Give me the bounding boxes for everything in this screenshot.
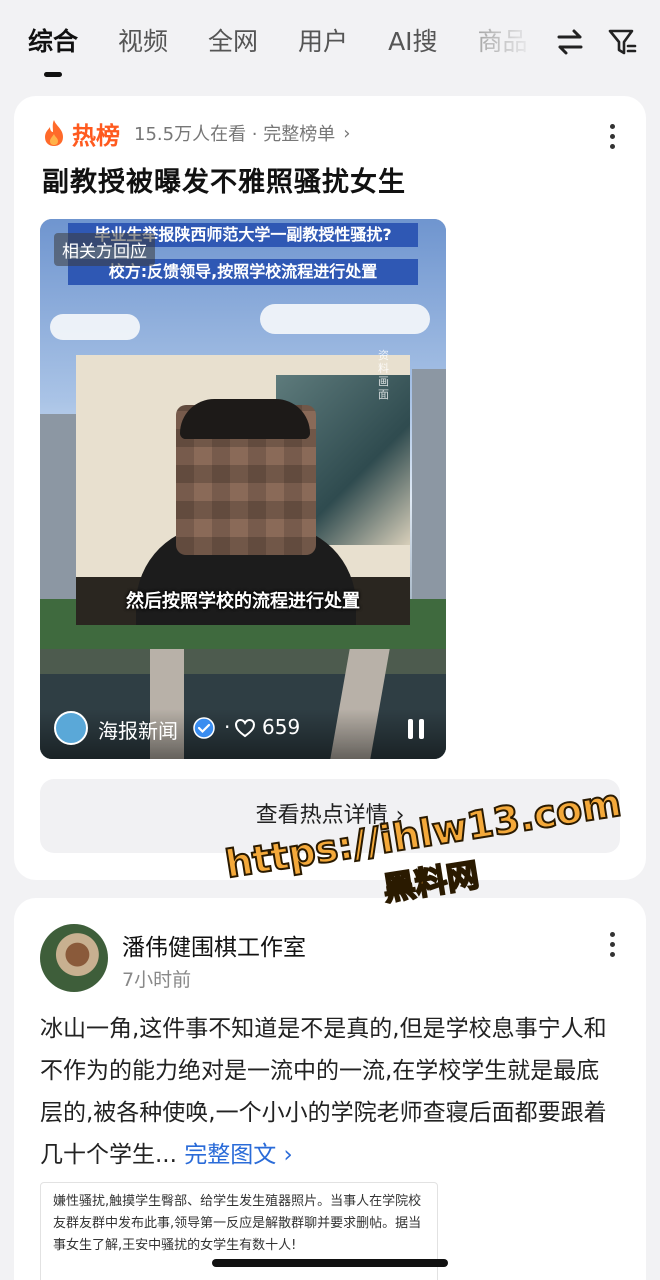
post-image-text: 嫌性骚扰,触摸学生臀部、给学生发生殖器照片。当事人在学院校友群友群中发布此事,领… [53,1194,422,1253]
tab-video[interactable]: 视频 [118,22,168,62]
hot-headline[interactable]: 副教授被曝发不雅照骚扰女生 [42,160,406,199]
like-count: 659 [262,715,301,739]
hot-list-meta: 15.5万人在看 · 完整榜单 [134,124,336,145]
hot-header[interactable]: 热榜 15.5万人在看 · 完整榜单 › [42,118,351,150]
video-player[interactable]: 毕业生举报陕西师范大学一副教授性骚扰? 校方:反馈领导,按照学校流程进行处置 相… [40,219,446,759]
post-time: 7小时前 [122,969,192,991]
more-options-icon[interactable] [610,124,618,149]
post-body-text: 冰山一角,这件事不知道是不是真的,但是学校息事宁人和不作为的能力绝对是一流中的一… [40,1016,607,1168]
person-hair [180,399,310,439]
chevron-right-icon: › [343,122,351,144]
tab-tools [555,24,637,60]
home-indicator[interactable] [212,1259,448,1267]
hot-list-title: 热榜 [72,121,120,150]
heart-icon[interactable] [234,717,256,739]
search-tab-bar: 综合 视频 全网 用户 AI搜 商品 [0,0,660,90]
archive-footage-label: 资料画面 [378,349,389,401]
flame-icon [45,120,63,146]
tab-web[interactable]: 全网 [208,22,258,62]
video-building [412,369,446,604]
author-avatar[interactable] [54,711,88,745]
meta-separator: · [224,715,231,739]
filter-icon[interactable] [607,24,637,60]
post-author-avatar[interactable] [40,924,108,992]
post-body[interactable]: 冰山一角,这件事不知道是不是真的,但是学校息事宁人和不作为的能力绝对是一流中的一… [40,1008,620,1176]
pause-icon[interactable] [406,718,426,740]
video-inset-frame: 然后按照学校的流程进行处置 [76,355,410,625]
video-subtitle: 然后按照学校的流程进行处置 [126,591,360,612]
related-response-tag: 相关方回应 [54,233,155,266]
swap-icon[interactable] [555,24,585,60]
tab-users[interactable]: 用户 [298,22,348,62]
tab-fade-overlay [480,20,550,66]
full-post-link-label: 完整图文 [184,1142,277,1168]
video-building [40,414,76,604]
full-post-link[interactable]: 完整图文 › [184,1142,293,1168]
video-cloud [50,314,140,340]
video-cloud [260,304,430,334]
verified-icon [193,717,215,739]
hot-topic-card: 热榜 15.5万人在看 · 完整榜单 › 副教授被曝发不雅照骚扰女生 毕业生举报… [14,96,646,880]
tab-ai-search[interactable]: AI搜 [388,22,437,62]
tab-comprehensive[interactable]: 综合 [28,22,78,77]
video-author[interactable]: 海报新闻 [98,715,178,744]
more-options-icon[interactable] [610,932,618,957]
